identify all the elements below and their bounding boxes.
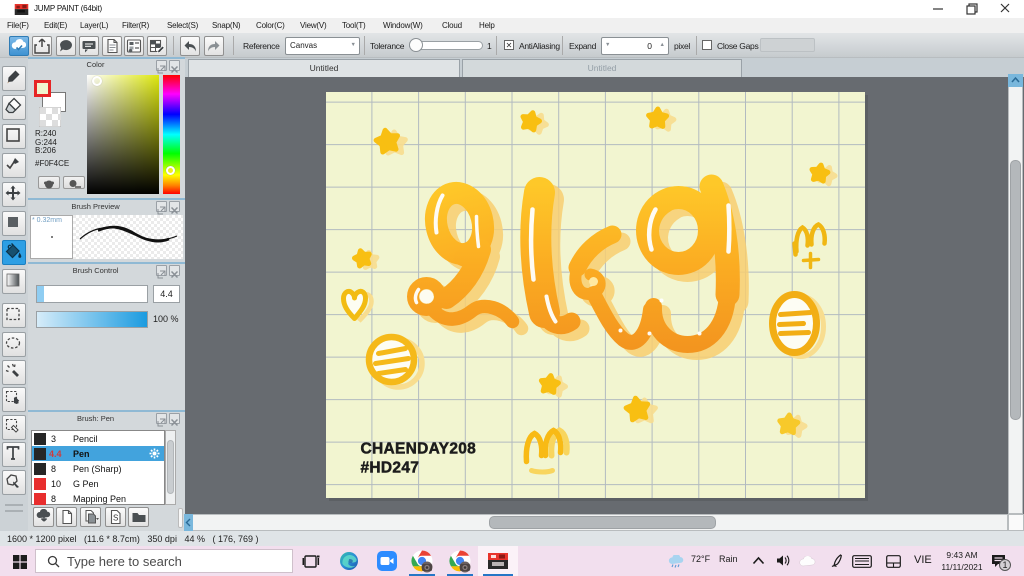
svg-text:S: S — [113, 514, 118, 523]
svg-text:#HD247: #HD247 — [361, 460, 420, 477]
svg-text:CHAENDAY208: CHAENDAY208 — [361, 441, 477, 458]
